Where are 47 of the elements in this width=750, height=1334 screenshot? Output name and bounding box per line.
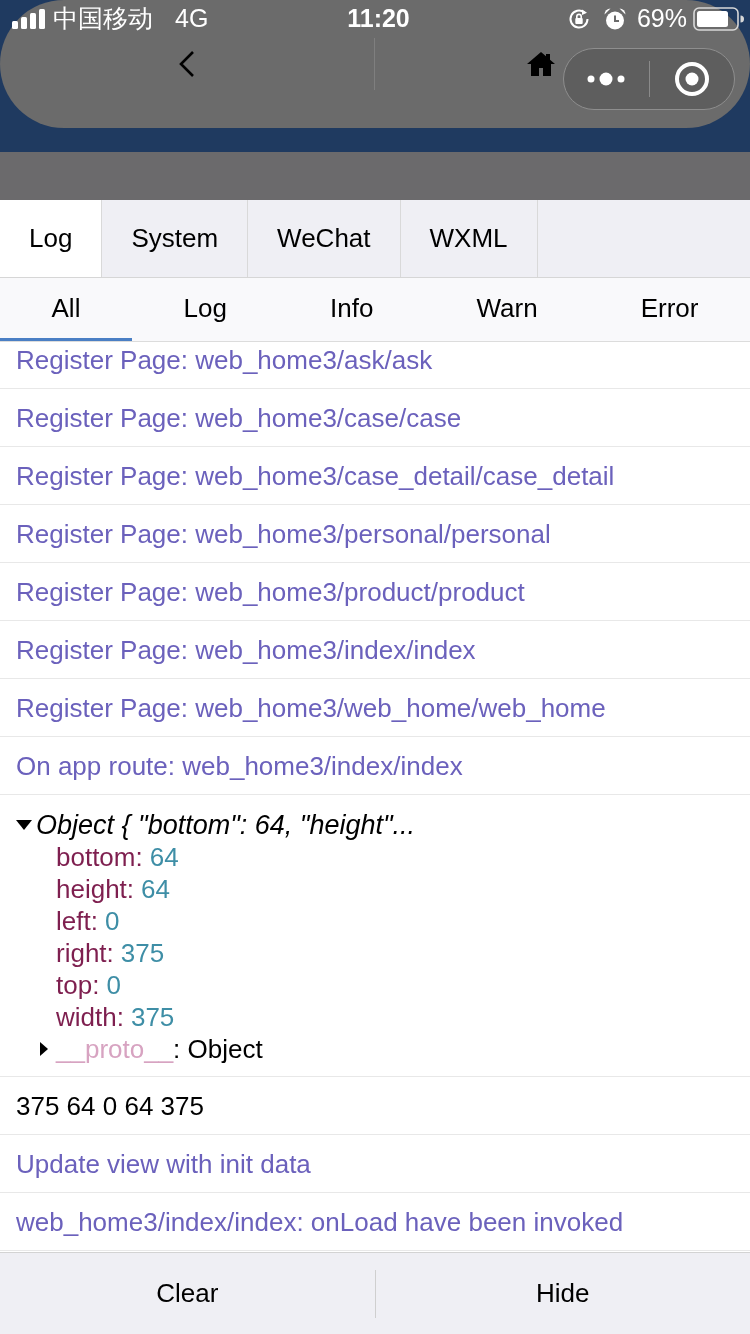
log-message: Update view with init data bbox=[16, 1149, 311, 1179]
log-message: web_home3/index/index: onLoad have been invoked bbox=[16, 1207, 624, 1237]
filter-tab[interactable]: Error bbox=[589, 278, 750, 341]
property-key: height: bbox=[56, 873, 135, 905]
log-message: Register Page: web_home3/case_detail/case_detail bbox=[16, 461, 615, 491]
back-chevron-icon[interactable] bbox=[179, 50, 195, 78]
log-message: On app route: web_home3/index/index bbox=[16, 751, 463, 781]
alarm-clock-icon bbox=[602, 7, 627, 31]
carrier-name: 中国移动 bbox=[53, 3, 153, 35]
property-key: bottom: bbox=[56, 841, 143, 873]
home-icon[interactable] bbox=[525, 51, 556, 77]
property-key: left: bbox=[56, 905, 98, 937]
log-message: Register Page: web_home3/index/index bbox=[16, 635, 476, 665]
clock-time: 11:20 bbox=[347, 3, 410, 35]
filter-tab[interactable]: Log bbox=[132, 278, 279, 341]
filter-tab[interactable]: All bbox=[0, 278, 132, 341]
property-value: 375 bbox=[130, 1001, 175, 1033]
network-type: 4G bbox=[175, 3, 209, 35]
log-message: Register Page: web_home3/web_home/web_home bbox=[16, 693, 606, 723]
collapsed-caret-icon[interactable] bbox=[40, 1042, 48, 1056]
rotation-lock-icon bbox=[566, 7, 591, 31]
property-key: right: bbox=[56, 937, 114, 969]
property-value: 0 bbox=[104, 905, 120, 937]
panel-tab[interactable]: Log bbox=[0, 200, 103, 277]
property-value: 0 bbox=[106, 969, 121, 1001]
filter-tab[interactable]: Info bbox=[278, 278, 425, 341]
battery-icon bbox=[693, 7, 745, 31]
target-ring-icon[interactable] bbox=[674, 62, 709, 96]
log-message: Register Page: web_home3/product/product bbox=[16, 577, 525, 607]
log-message: Register Page: web_home3/case/case bbox=[16, 403, 462, 433]
property-value: 64 bbox=[141, 873, 170, 905]
signal-bars-icon bbox=[12, 9, 45, 29]
proto-value: : Object bbox=[173, 1033, 263, 1065]
property-value: 64 bbox=[149, 841, 179, 873]
log-message: 375 64 0 64 375 bbox=[16, 1091, 204, 1121]
more-icon[interactable] bbox=[587, 72, 626, 86]
property-key: top: bbox=[56, 969, 100, 1001]
filter-tab[interactable]: Warn bbox=[424, 278, 590, 341]
object-summary[interactable]: Object { "bottom": 64, "height"... bbox=[36, 809, 416, 841]
log-message: Register Page: web_home3/ask/ask bbox=[16, 345, 433, 375]
property-key: width: bbox=[56, 1001, 124, 1033]
action-button[interactable]: Clear bbox=[0, 1253, 375, 1334]
expanded-caret-icon[interactable] bbox=[16, 820, 32, 830]
battery-percent: 69% bbox=[636, 3, 687, 35]
action-button[interactable]: Hide bbox=[375, 1253, 750, 1334]
log-message: Register Page: web_home3/personal/personal bbox=[16, 519, 551, 549]
property-value: 375 bbox=[120, 937, 165, 969]
